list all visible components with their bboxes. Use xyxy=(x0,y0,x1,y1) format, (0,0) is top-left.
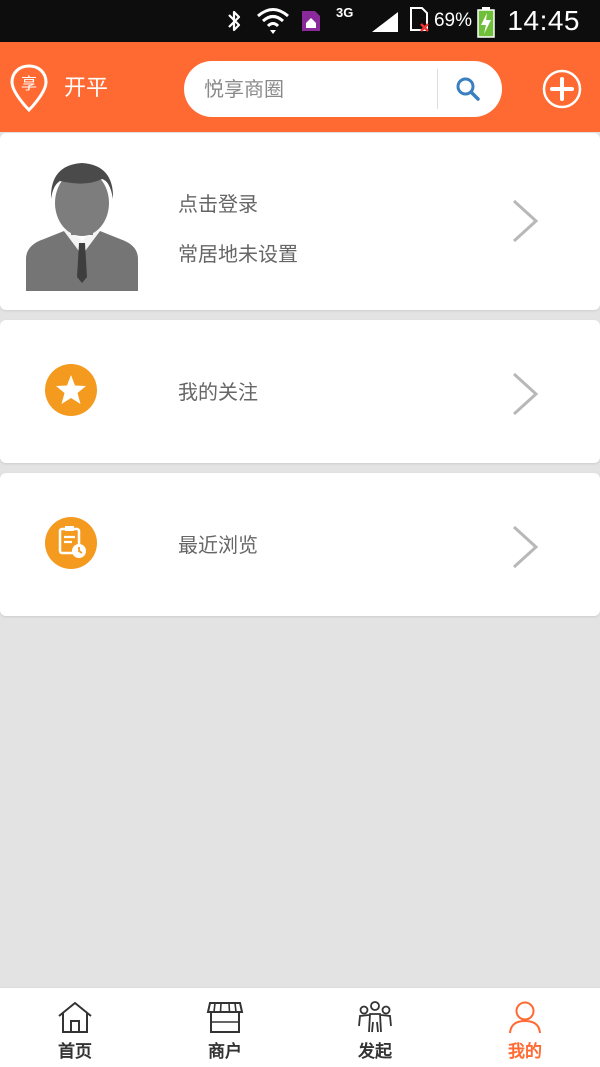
tab-home[interactable]: 首页 xyxy=(0,988,150,1067)
tab-label: 首页 xyxy=(58,1042,92,1062)
add-button[interactable] xyxy=(541,68,583,110)
city-selector[interactable]: 开平 xyxy=(64,70,108,102)
home-icon xyxy=(58,1001,92,1033)
search-button[interactable] xyxy=(446,69,490,109)
bottom-nav: 首页 商户 发起 我的 xyxy=(0,987,600,1067)
menu-item-my-follows[interactable]: 我的关注 xyxy=(0,320,600,463)
app-notification-icon xyxy=(302,11,320,31)
search-input[interactable] xyxy=(204,61,434,117)
chevron-right-icon xyxy=(512,525,539,569)
wifi-icon xyxy=(257,8,289,34)
app-logo-pin-icon[interactable]: 享 xyxy=(10,64,48,112)
tab-merchants[interactable]: 商户 xyxy=(150,988,300,1067)
tab-label: 我的 xyxy=(508,1042,542,1062)
user-icon xyxy=(509,1001,541,1034)
chevron-right-icon xyxy=(512,199,539,243)
signal-icon xyxy=(372,12,398,32)
menu-item-label: 最近浏览 xyxy=(178,533,258,557)
tab-label: 发起 xyxy=(358,1042,392,1062)
bluetooth-icon xyxy=(228,10,241,32)
history-clipboard-icon xyxy=(45,517,97,569)
group-icon xyxy=(358,1001,392,1033)
menu-item-recent-views[interactable]: 最近浏览 xyxy=(0,473,600,616)
residence-status: 常居地未设置 xyxy=(178,242,298,266)
search-bar xyxy=(184,61,502,117)
search-divider xyxy=(437,69,438,109)
tab-label: 商户 xyxy=(208,1042,242,1062)
clock: 14:45 xyxy=(507,5,580,36)
star-icon xyxy=(45,364,97,416)
menu-item-label: 我的关注 xyxy=(178,380,258,404)
user-avatar xyxy=(26,163,138,291)
profile-card[interactable]: 点击登录 常居地未设置 xyxy=(0,133,600,310)
status-bar: 3G 69% 14:45 xyxy=(0,0,600,42)
tab-mine[interactable]: 我的 xyxy=(450,988,600,1067)
store-icon xyxy=(206,1002,244,1033)
app-header: 享 开平 xyxy=(0,42,600,132)
battery-percent: 69% xyxy=(433,10,472,31)
logo-char: 享 xyxy=(21,74,37,93)
network-type: 3G xyxy=(336,4,354,20)
tab-initiate[interactable]: 发起 xyxy=(300,988,450,1067)
sim-card-icon xyxy=(410,7,429,32)
chevron-right-icon xyxy=(512,372,539,416)
search-icon xyxy=(456,77,480,101)
battery-charging-icon xyxy=(477,7,495,38)
login-link[interactable]: 点击登录 xyxy=(178,188,258,217)
